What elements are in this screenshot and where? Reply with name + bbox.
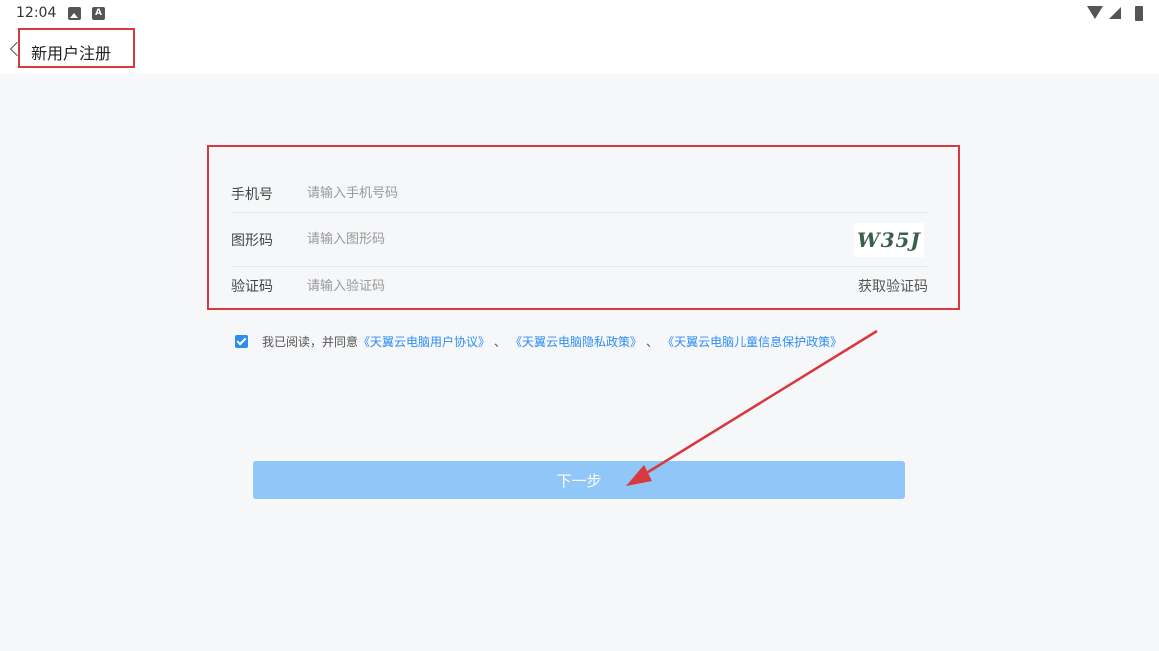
phone-input[interactable] — [307, 178, 928, 209]
captcha-image[interactable]: W35J — [854, 222, 924, 257]
system-icons — [1083, 6, 1143, 22]
agreement-row: 我已阅读，并同意 《天翼云电脑用户协议》 、 《天翼云电脑隐私政策》 、 《天翼… — [235, 332, 842, 350]
sms-code-input[interactable] — [307, 271, 858, 301]
next-step-button[interactable]: 下一步 — [253, 461, 905, 499]
agreement-separator: 、 — [494, 334, 507, 349]
captcha-row: 图形码 W35J — [231, 213, 928, 267]
sms-code-row: 验证码 获取验证码 — [231, 267, 928, 305]
agreement-separator: 、 — [646, 334, 659, 349]
a-icon: A — [92, 7, 105, 20]
title-annotation-box — [18, 28, 135, 68]
wifi-icon — [1087, 6, 1103, 19]
user-agreement-link[interactable]: 《天翼云电脑用户协议》 — [358, 333, 490, 350]
status-time: 12:04 — [16, 5, 57, 21]
phone-row: 手机号 — [231, 175, 928, 213]
child-privacy-policy-link[interactable]: 《天翼云电脑儿童信息保护政策》 — [662, 333, 842, 350]
agreement-prefix: 我已阅读，并同意 — [262, 334, 359, 349]
status-bar: 12:04 A — [0, 0, 1159, 28]
signal-icon — [1109, 7, 1121, 19]
annotation-arrow — [626, 329, 878, 486]
privacy-policy-link[interactable]: 《天翼云电脑隐私政策》 — [510, 333, 642, 350]
battery-icon — [1135, 6, 1143, 21]
get-code-button[interactable]: 获取验证码 — [858, 276, 928, 296]
agreement-checkbox[interactable] — [235, 334, 248, 348]
captcha-input[interactable] — [307, 224, 854, 255]
captcha-label: 图形码 — [231, 232, 273, 249]
phone-label: 手机号 — [231, 186, 273, 203]
captcha-image-text: W35J — [857, 227, 921, 252]
sms-code-label: 验证码 — [231, 279, 273, 295]
registration-form: 手机号 图形码 W35J 验证码 获取验证码 — [231, 175, 928, 305]
app-header: 新用户注册 — [0, 28, 1159, 74]
gallery-icon — [68, 7, 81, 20]
